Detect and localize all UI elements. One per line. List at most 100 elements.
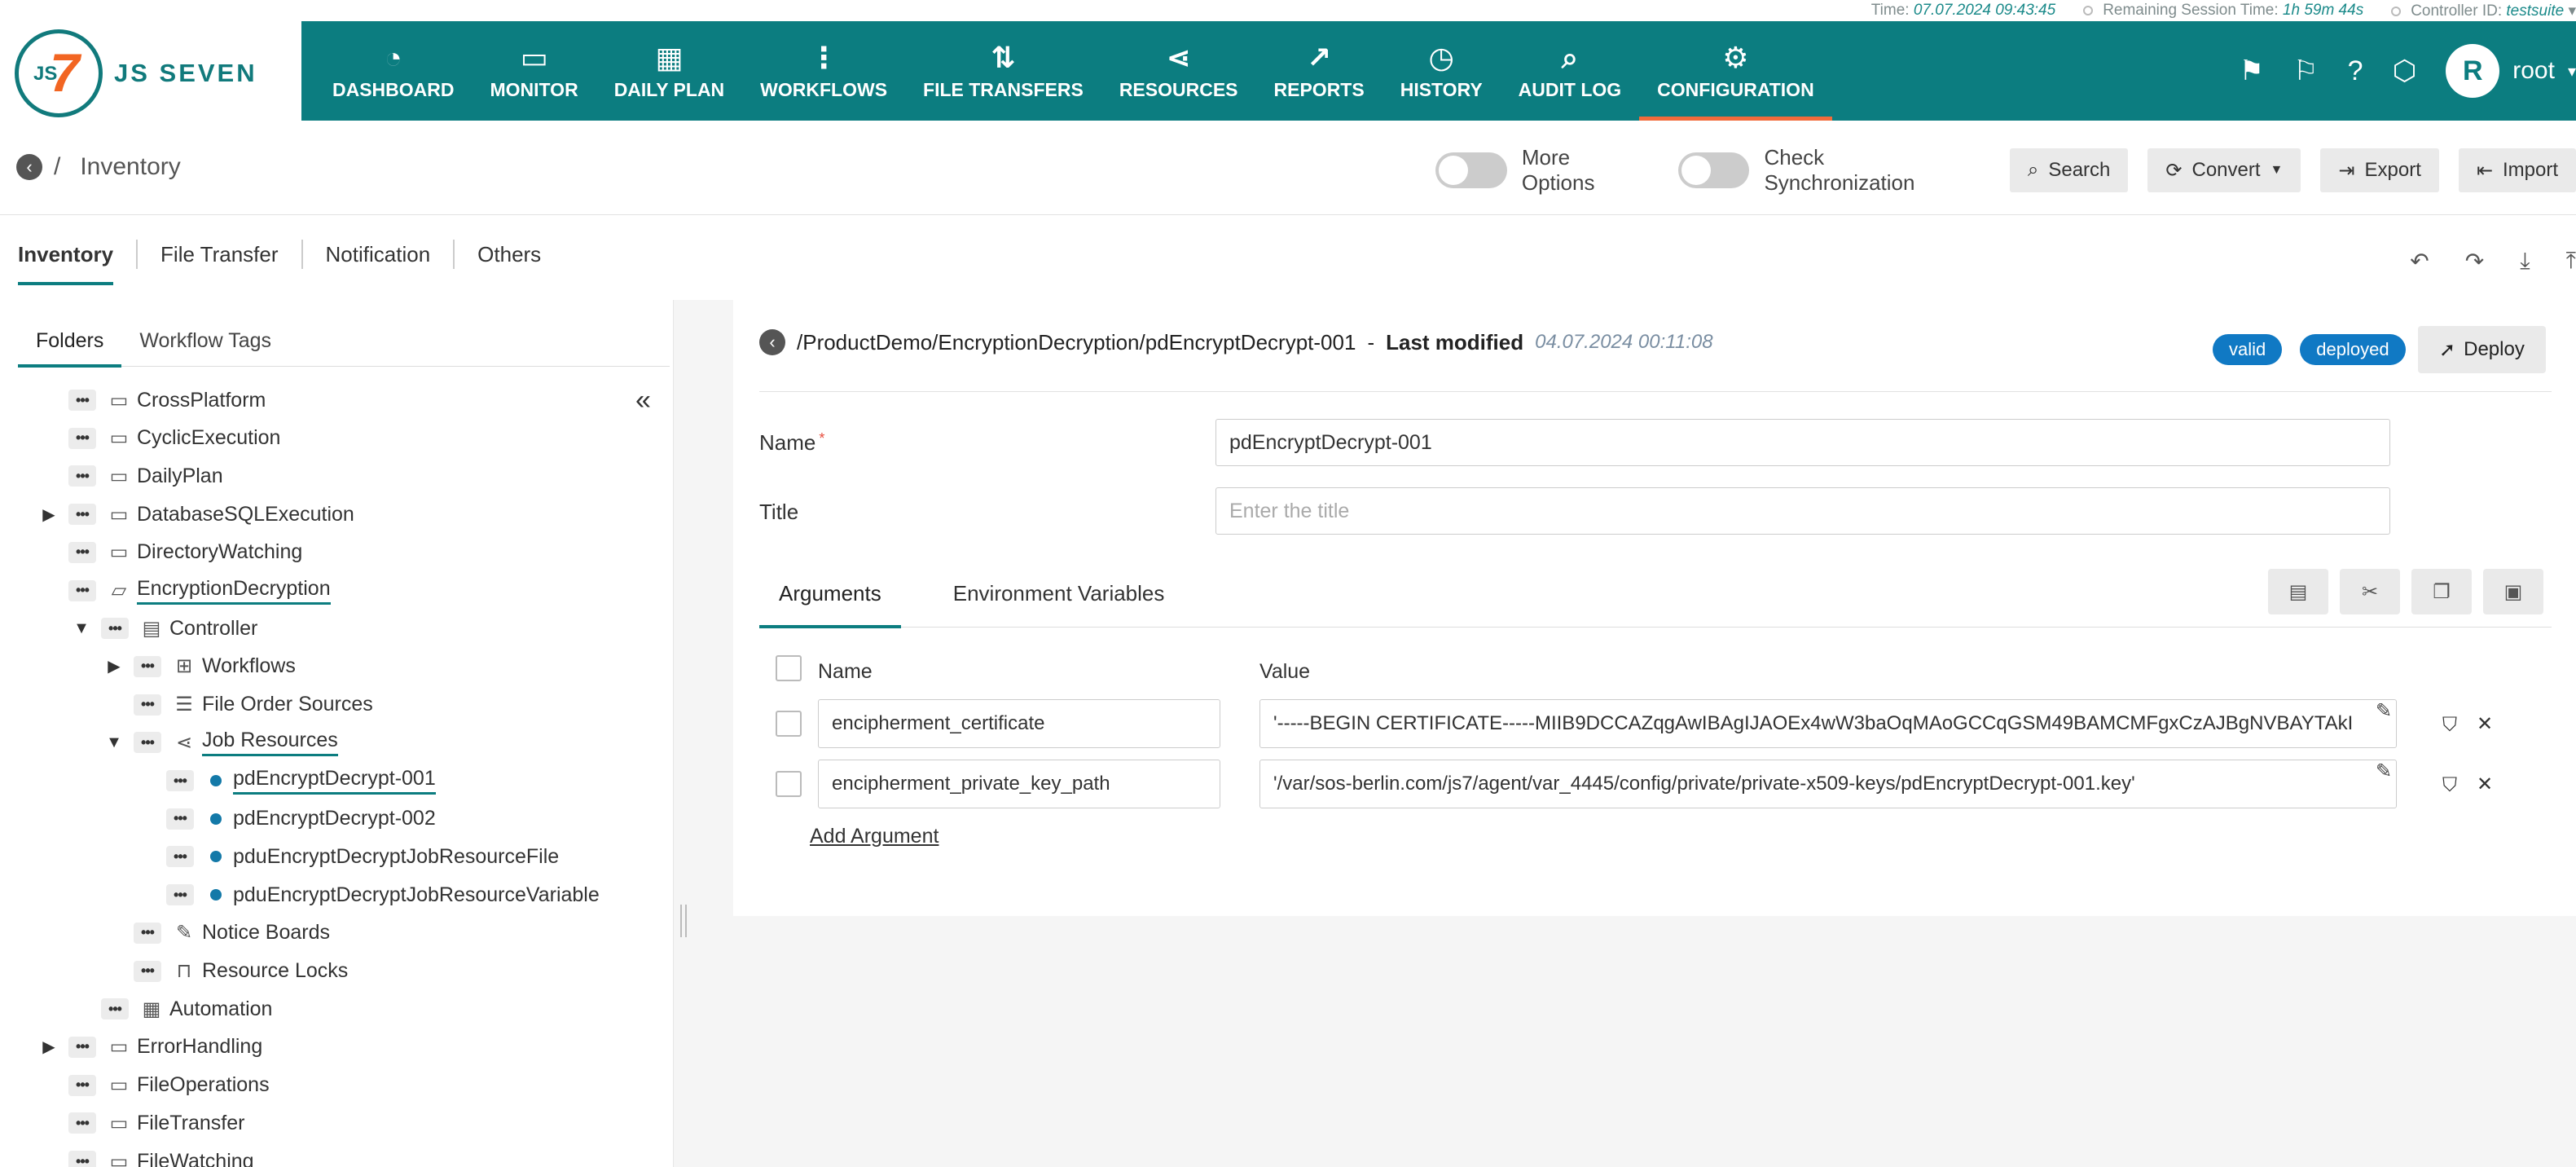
argument-name-input[interactable]: encipherment_private_key_path (818, 760, 1220, 808)
tab-notification[interactable]: Notification (303, 240, 455, 269)
tree-item[interactable]: ••• pdEncryptDecrypt-002 (166, 800, 436, 838)
more-actions-icon[interactable]: ••• (68, 1151, 96, 1167)
tree-item[interactable]: ••• ▭ FileTransfer (68, 1104, 244, 1142)
more-actions-icon[interactable]: ••• (68, 465, 96, 487)
flag-settings-icon[interactable]: ⚐ (2293, 55, 2318, 87)
tree-item[interactable]: ••• ▭ FileWatching (68, 1143, 254, 1167)
tree-item[interactable]: ••• ▭ DailyPlan (68, 457, 223, 495)
row-checkbox[interactable] (776, 711, 802, 737)
upload-icon[interactable]: ⤒ (2566, 248, 2576, 275)
row-checkbox[interactable] (776, 771, 802, 797)
tree-item[interactable]: ••• ▭ FileOperations (68, 1067, 270, 1104)
download-icon[interactable]: ⤓ (2520, 248, 2530, 275)
more-actions-icon[interactable]: ••• (68, 1112, 96, 1134)
paste-icon[interactable]: ▣ (2483, 569, 2543, 614)
more-actions-icon[interactable]: ••• (68, 1074, 96, 1096)
convert-button[interactable]: ⟳ Convert ▼ (2147, 148, 2301, 192)
flag-icon[interactable]: ⚑ (2240, 55, 2264, 87)
nav-workflows[interactable]: ⋮ WORKFLOWS (742, 21, 905, 121)
caret-right-icon[interactable]: ▶ (41, 1037, 57, 1057)
more-actions-icon[interactable]: ••• (68, 390, 96, 411)
tree-item[interactable]: ••• ⊓ Resource Locks (134, 953, 348, 990)
tab-file-transfer[interactable]: File Transfer (138, 240, 303, 269)
tree-item[interactable]: ••• ▭ CyclicExecution (68, 420, 280, 457)
caret-down-icon[interactable]: ▼ (73, 619, 90, 638)
caret-right-icon[interactable]: ▶ (41, 504, 57, 525)
tree-item[interactable]: ▶ ••• ⊞ Workflows (108, 648, 296, 685)
tree-item[interactable]: ▼ ••• ⋖ Job Resources (106, 724, 338, 761)
tree-item[interactable]: ••• ▦ Automation (101, 990, 272, 1028)
tab-arguments[interactable]: Arguments (759, 559, 901, 628)
nav-monitor[interactable]: ▭ MONITOR (473, 21, 596, 121)
tree-item[interactable]: ••• ✎ Notice Boards (134, 914, 330, 952)
paste-list-icon[interactable]: ▤ (2268, 569, 2328, 614)
argument-value-input[interactable]: '/var/sos-berlin.com/js7/agent/var_4445/… (1259, 760, 2397, 808)
more-actions-icon[interactable]: ••• (101, 618, 129, 640)
more-actions-icon[interactable]: ••• (68, 427, 96, 449)
argument-value-input[interactable]: '-----BEGIN CERTIFICATE-----MIIB9DCCAZqg… (1259, 699, 2397, 748)
nav-daily-plan[interactable]: ▦ DAILY PLAN (596, 21, 742, 121)
tab-environment-variables[interactable]: Environment Variables (934, 559, 1185, 628)
name-input[interactable] (1215, 419, 2390, 466)
shield-icon[interactable]: ⛉ (2442, 774, 2457, 797)
redo-icon[interactable]: ↷ (2465, 248, 2484, 275)
tree-item[interactable]: ▶ ••• ▭ ErrorHandling (42, 1028, 262, 1066)
tree-item[interactable]: ••• ▱ EncryptionDecryption (68, 572, 331, 610)
logo[interactable]: JS 7 JS SEVEN (0, 21, 301, 121)
help-icon[interactable]: ? (2348, 55, 2363, 87)
edit-icon[interactable]: ✎ (2376, 699, 2392, 723)
edit-icon[interactable]: ✎ (2376, 760, 2392, 783)
splitter-grip-icon[interactable] (680, 905, 687, 937)
more-actions-icon[interactable]: ••• (134, 732, 161, 754)
subtab-workflow-tags[interactable]: Workflow Tags (121, 315, 289, 367)
toggle-switch[interactable] (1435, 152, 1507, 188)
collapse-panel-icon[interactable]: « (635, 385, 651, 416)
more-actions-icon[interactable]: ••• (166, 770, 194, 791)
more-actions-icon[interactable]: ••• (101, 998, 129, 1020)
select-all-checkbox[interactable] (776, 655, 802, 681)
panel-splitter[interactable] (673, 300, 701, 1167)
more-actions-icon[interactable]: ••• (166, 846, 194, 868)
tree-item[interactable]: ••• pduEncryptDecryptJobResourceFile (166, 838, 559, 875)
more-actions-icon[interactable]: ••• (134, 960, 161, 982)
more-actions-icon[interactable]: ••• (134, 655, 161, 677)
more-actions-icon[interactable]: ••• (134, 922, 161, 944)
tab-others[interactable]: Others (455, 240, 564, 269)
search-button[interactable]: ⌕ Search (2009, 148, 2129, 192)
more-actions-icon[interactable]: ••• (68, 504, 96, 526)
tree-item[interactable]: ••• ▭ CrossPlatform (68, 381, 266, 419)
toggle-switch[interactable] (1677, 152, 1750, 188)
import-button[interactable]: ⇤ Import (2458, 148, 2576, 192)
back-icon[interactable]: ‹ (16, 154, 42, 180)
deploy-button[interactable]: ➚ Deploy (2418, 326, 2546, 373)
nav-reports[interactable]: ↗ REPORTS (1256, 21, 1383, 121)
user-menu[interactable]: R root ▾ (2446, 44, 2576, 98)
tree-item[interactable]: ▼ ••• ▤ Controller (73, 610, 257, 647)
nav-history[interactable]: ◷ HISTORY (1383, 21, 1501, 121)
title-input[interactable] (1215, 487, 2390, 535)
tree-item[interactable]: ••• pdEncryptDecrypt-001 (166, 762, 436, 799)
tree-item[interactable]: ▶ ••• ▭ DatabaseSQLExecution (42, 495, 354, 533)
nav-audit-log[interactable]: ⌕ AUDIT LOG (1501, 21, 1640, 121)
more-actions-icon[interactable]: ••• (166, 884, 194, 906)
copy-icon[interactable]: ❐ (2411, 569, 2472, 614)
tree-item[interactable]: ••• ☰ File Order Sources (134, 686, 373, 724)
subtab-folders[interactable]: Folders (18, 315, 122, 368)
translate-icon[interactable]: ⬡ (2393, 55, 2417, 87)
close-icon[interactable]: ✕ (2477, 773, 2493, 796)
nav-dashboard[interactable]: ◔ DASHBOARD (314, 21, 473, 121)
undo-icon[interactable]: ↶ (2410, 248, 2429, 275)
more-actions-icon[interactable]: ••• (166, 808, 194, 830)
caret-right-icon[interactable]: ▶ (106, 656, 122, 676)
more-actions-icon[interactable]: ••• (68, 1036, 96, 1058)
tab-inventory[interactable]: Inventory (18, 240, 138, 285)
nav-resources[interactable]: ⋖ RESOURCES (1101, 21, 1256, 121)
tree-item[interactable]: ••• ▭ DirectoryWatching (68, 534, 302, 571)
add-argument-link[interactable]: Add Argument (810, 825, 939, 848)
close-icon[interactable]: ✕ (2477, 712, 2493, 736)
caret-down-icon[interactable]: ▼ (106, 733, 122, 752)
more-actions-icon[interactable]: ••• (134, 694, 161, 716)
nav-configuration[interactable]: ⚙ CONFIGURATION (1639, 21, 1832, 121)
more-actions-icon[interactable]: ••• (68, 541, 96, 563)
nav-file-transfers[interactable]: ⇅ FILE TRANSFERS (905, 21, 1101, 121)
